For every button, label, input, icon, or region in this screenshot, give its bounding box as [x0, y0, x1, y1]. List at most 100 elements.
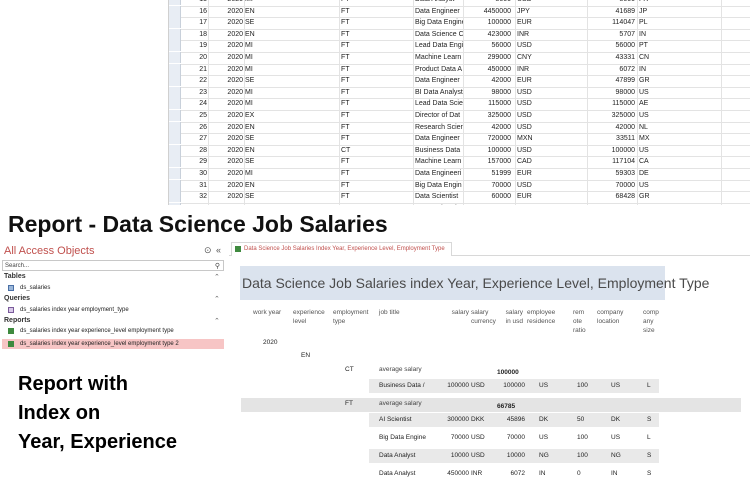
- datasheet-cell[interactable]: 42000: [589, 122, 635, 133]
- datasheet-cell[interactable]: 2020: [209, 122, 243, 133]
- datasheet-cell[interactable]: 2020: [209, 110, 243, 121]
- group-reports[interactable]: Reports ⌃: [4, 317, 220, 325]
- datasheet-cell[interactable]: EX: [245, 110, 275, 121]
- datasheet-cell[interactable]: CT: [341, 145, 361, 156]
- row-selector[interactable]: [169, 98, 181, 110]
- datasheet-cell[interactable]: 31: [181, 180, 207, 191]
- datasheet-cell[interactable]: 18: [181, 29, 207, 40]
- datasheet-cell[interactable]: Big Data Engin: [415, 180, 463, 191]
- datasheet-cell[interactable]: 100000: [589, 145, 635, 156]
- datasheet-cell[interactable]: 27: [181, 133, 207, 144]
- datasheet-cell[interactable]: JPY: [517, 6, 547, 17]
- datasheet-cell[interactable]: FT: [341, 180, 361, 191]
- datasheet-cell[interactable]: 98000: [589, 87, 635, 98]
- datasheet-cell[interactable]: US: [639, 87, 659, 98]
- datasheet-cell[interactable]: 2020: [209, 40, 243, 51]
- datasheet-cell[interactable]: 41689: [589, 6, 635, 17]
- datasheet-cell[interactable]: SE: [245, 133, 275, 144]
- datasheet-cell[interactable]: Machine Learn: [415, 52, 463, 63]
- datasheet-cell[interactable]: Data Engineer: [415, 6, 463, 17]
- datasheet-cell[interactable]: 32: [181, 191, 207, 202]
- chevron-up-icon[interactable]: ⌃: [214, 295, 220, 303]
- datasheet-cell[interactable]: EN: [245, 145, 275, 156]
- datasheet-cell[interactable]: FT: [341, 75, 361, 86]
- row-selector[interactable]: [169, 179, 181, 191]
- datasheet-cell[interactable]: 68428: [589, 191, 635, 202]
- row-selector[interactable]: [169, 5, 181, 17]
- datasheet-cell[interactable]: USD: [517, 110, 547, 121]
- datasheet-cell[interactable]: 2020: [209, 145, 243, 156]
- datasheet-cell[interactable]: 5707: [589, 29, 635, 40]
- datasheet-cell[interactable]: 2020: [209, 64, 243, 75]
- datasheet-cell[interactable]: EUR: [517, 17, 547, 28]
- nav-menu-icon[interactable]: ⊙: [204, 245, 212, 256]
- datasheet-cell[interactable]: FT: [341, 6, 361, 17]
- datasheet-cell[interactable]: EUR: [517, 75, 547, 86]
- row-selector[interactable]: [169, 191, 181, 203]
- row-selector[interactable]: [169, 86, 181, 98]
- datasheet-cell[interactable]: 56000: [589, 40, 635, 51]
- row-selector[interactable]: [169, 63, 181, 75]
- datasheet-cell[interactable]: FT: [341, 87, 361, 98]
- datasheet-cell[interactable]: USD: [517, 98, 547, 109]
- row-selector[interactable]: [169, 28, 181, 40]
- datasheet-cell[interactable]: Data Science C: [415, 29, 463, 40]
- datasheet-cell[interactable]: 22: [181, 75, 207, 86]
- datasheet-cell[interactable]: INR: [517, 64, 547, 75]
- datasheet-cell[interactable]: US: [639, 180, 659, 191]
- datasheet-cell[interactable]: 8000: [465, 0, 511, 5]
- datasheet-cell[interactable]: SE: [245, 75, 275, 86]
- datasheet-cell[interactable]: 100000: [465, 145, 511, 156]
- datasheet-cell[interactable]: 4450000: [465, 6, 511, 17]
- nav-item-report-selected[interactable]: ds_salaries index year experience_level …: [2, 339, 224, 349]
- datasheet-cell[interactable]: 720000: [465, 133, 511, 144]
- row-selector[interactable]: [169, 156, 181, 168]
- datasheet-cell[interactable]: SE: [245, 191, 275, 202]
- datasheet-cell[interactable]: 70000: [589, 180, 635, 191]
- datasheet-cell[interactable]: FT: [341, 156, 361, 167]
- row-selector[interactable]: [169, 121, 181, 133]
- nav-item-query[interactable]: ds_salaries index year employment_type: [2, 305, 224, 315]
- nav-item-report[interactable]: ds_salaries index year experience_level …: [2, 326, 224, 336]
- datasheet-cell[interactable]: 15: [181, 0, 207, 5]
- datasheet-cell[interactable]: Research Scier: [415, 122, 463, 133]
- datasheet-cell[interactable]: FT: [341, 133, 361, 144]
- datasheet-cell[interactable]: Machine Learn: [415, 156, 463, 167]
- datasheet-cell[interactable]: 20: [181, 52, 207, 63]
- tab-report[interactable]: Data Science Job Salaries Index Year, Ex…: [231, 242, 452, 256]
- datasheet-cell[interactable]: Big Data Engine: [415, 17, 463, 28]
- datasheet-cell[interactable]: MX: [639, 133, 659, 144]
- datasheet-cell[interactable]: 70000: [465, 180, 511, 191]
- datasheet-cell[interactable]: CNY: [517, 52, 547, 63]
- datasheet-cell[interactable]: MI: [245, 168, 275, 179]
- datasheet-cell[interactable]: FR: [639, 0, 659, 5]
- datasheet-cell[interactable]: 2020: [209, 75, 243, 86]
- nav-search-input[interactable]: Search... ⚲: [2, 260, 224, 271]
- datasheet-cell[interactable]: 299000: [465, 52, 511, 63]
- datasheet-cell[interactable]: DE: [639, 168, 659, 179]
- datasheet-cell[interactable]: 43331: [589, 52, 635, 63]
- datasheet-cell[interactable]: FT: [341, 191, 361, 202]
- datasheet-cell[interactable]: 2020: [209, 6, 243, 17]
- row-selector[interactable]: [169, 40, 181, 52]
- datasheet-cell[interactable]: BI Data Analyst: [415, 87, 463, 98]
- datasheet-cell[interactable]: USD: [517, 87, 547, 98]
- datasheet-cell[interactable]: 117104: [589, 156, 635, 167]
- nav-collapse-icon[interactable]: «: [216, 245, 221, 255]
- datasheet-cell[interactable]: 59303: [589, 168, 635, 179]
- datasheet-cell[interactable]: 60000: [465, 191, 511, 202]
- datasheet-cell[interactable]: USD: [517, 122, 547, 133]
- datasheet-cell[interactable]: 2020: [209, 168, 243, 179]
- row-selector[interactable]: [169, 52, 181, 63]
- datasheet-cell[interactable]: MI: [245, 87, 275, 98]
- datasheet-cell[interactable]: 17: [181, 17, 207, 28]
- group-tables[interactable]: Tables ⌃: [4, 273, 220, 281]
- datasheet-cell[interactable]: USD: [517, 0, 547, 5]
- datasheet-cell[interactable]: EN: [245, 180, 275, 191]
- datasheet-cell[interactable]: 2020: [209, 87, 243, 98]
- datasheet-cell[interactable]: 30: [181, 168, 207, 179]
- datasheet-cell[interactable]: CA: [639, 156, 659, 167]
- datasheet-cell[interactable]: EUR: [517, 168, 547, 179]
- datasheet-cell[interactable]: 423000: [465, 29, 511, 40]
- chevron-up-icon[interactable]: ⌃: [214, 317, 220, 325]
